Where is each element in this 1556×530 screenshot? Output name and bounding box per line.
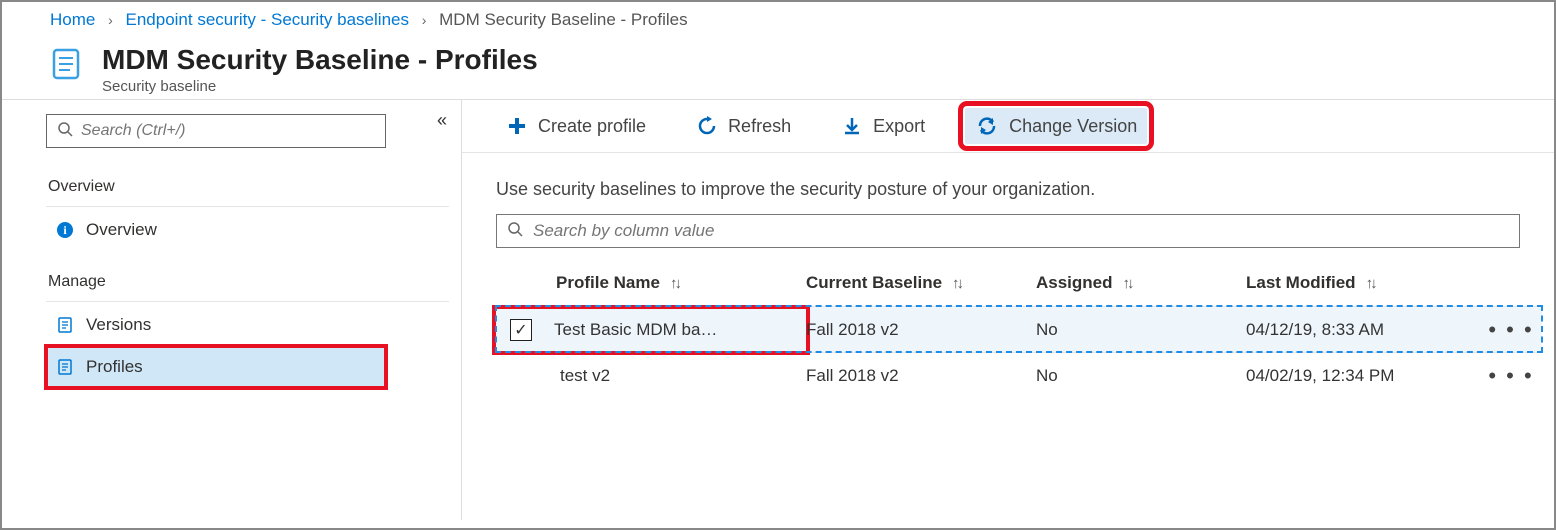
cell-baseline: Fall 2018 v2 [806, 366, 1036, 386]
page-title: MDM Security Baseline - Profiles [102, 44, 538, 76]
table-row[interactable]: ✓ Test Basic MDM ba… Fall 2018 v2 No 04/… [496, 306, 1542, 352]
table-header-row: Profile Name ↑↓ Current Baseline ↑↓ Assi… [496, 260, 1542, 306]
col-label: Profile Name [556, 273, 660, 293]
table-row[interactable]: test v2 Fall 2018 v2 No 04/02/19, 12:34 … [496, 352, 1542, 398]
collapse-sidebar-icon[interactable]: « [437, 110, 447, 131]
toolbar-label: Create profile [538, 116, 646, 137]
page-header: MDM Security Baseline - Profiles Securit… [2, 36, 1554, 99]
chevron-right-icon: › [108, 12, 113, 28]
refresh-icon [696, 115, 718, 137]
sidebar-item-profiles[interactable]: Profiles [46, 346, 386, 388]
cell-baseline: Fall 2018 v2 [806, 320, 1036, 340]
toolbar: Create profile Refresh Export Change Ver… [462, 100, 1554, 153]
main-content: Create profile Refresh Export Change Ver… [462, 100, 1554, 520]
sidebar-item-label: Profiles [86, 357, 143, 377]
col-current-baseline[interactable]: Current Baseline ↑↓ [806, 273, 1036, 293]
cell-profile-name: test v2 [556, 366, 806, 386]
column-search-input[interactable] [533, 221, 1509, 241]
cell-assigned: No [1036, 320, 1246, 340]
col-last-modified[interactable]: Last Modified ↑↓ [1246, 273, 1486, 293]
toolbar-label: Change Version [1009, 116, 1137, 137]
export-button[interactable]: Export [831, 109, 935, 143]
baseline-icon [46, 44, 86, 84]
search-icon [507, 221, 523, 241]
col-label: Current Baseline [806, 273, 942, 293]
profiles-table: Profile Name ↑↓ Current Baseline ↑↓ Assi… [496, 260, 1542, 398]
plus-icon [506, 115, 528, 137]
col-label: Last Modified [1246, 273, 1356, 293]
page-subtitle: Security baseline [102, 78, 538, 95]
cell-modified: 04/12/19, 8:33 AM [1246, 320, 1486, 340]
col-assigned[interactable]: Assigned ↑↓ [1036, 273, 1246, 293]
sort-icon: ↑↓ [1123, 275, 1132, 292]
sidebar-item-versions[interactable]: Versions [46, 304, 449, 346]
sort-icon: ↑↓ [1366, 275, 1375, 292]
sidebar-item-label: Overview [86, 220, 157, 240]
cell-assigned: No [1036, 366, 1246, 386]
sidebar-item-label: Versions [86, 315, 151, 335]
row-menu-button[interactable]: • • • [1486, 317, 1536, 343]
document-icon [52, 358, 78, 376]
column-search[interactable] [496, 214, 1520, 248]
sort-icon: ↑↓ [952, 275, 961, 292]
change-version-button[interactable]: Change Version [965, 108, 1147, 144]
download-icon [841, 115, 863, 137]
sidebar-section-manage: Manage [46, 263, 449, 302]
refresh-button[interactable]: Refresh [686, 109, 801, 143]
breadcrumb-current: MDM Security Baseline - Profiles [439, 10, 687, 29]
info-icon: i [52, 221, 78, 239]
sidebar-search[interactable] [46, 114, 386, 148]
sidebar-search-input[interactable] [81, 122, 375, 140]
breadcrumb-section[interactable]: Endpoint security - Security baselines [126, 10, 409, 29]
toolbar-label: Export [873, 116, 925, 137]
cell-profile-name: Test Basic MDM ba… [550, 320, 717, 340]
chevron-right-icon: › [422, 12, 427, 28]
breadcrumb-home[interactable]: Home [50, 10, 95, 29]
sync-icon [975, 114, 999, 138]
document-icon [52, 316, 78, 334]
breadcrumb: Home › Endpoint security - Security base… [2, 2, 1554, 36]
cell-modified: 04/02/19, 12:34 PM [1246, 366, 1486, 386]
sidebar-item-overview[interactable]: i Overview [46, 209, 449, 251]
col-profile-name[interactable]: Profile Name ↑↓ [556, 273, 806, 293]
toolbar-label: Refresh [728, 116, 791, 137]
sidebar: « Overview i Overview Manage Versions P [2, 100, 462, 520]
intro-text: Use security baselines to improve the se… [462, 153, 1554, 214]
search-icon [57, 121, 73, 141]
row-menu-button[interactable]: • • • [1486, 363, 1536, 389]
sort-icon: ↑↓ [670, 275, 679, 292]
row-checkbox[interactable]: ✓ [510, 319, 532, 341]
col-label: Assigned [1036, 273, 1113, 293]
create-profile-button[interactable]: Create profile [496, 109, 656, 143]
sidebar-section-overview: Overview [46, 168, 449, 207]
